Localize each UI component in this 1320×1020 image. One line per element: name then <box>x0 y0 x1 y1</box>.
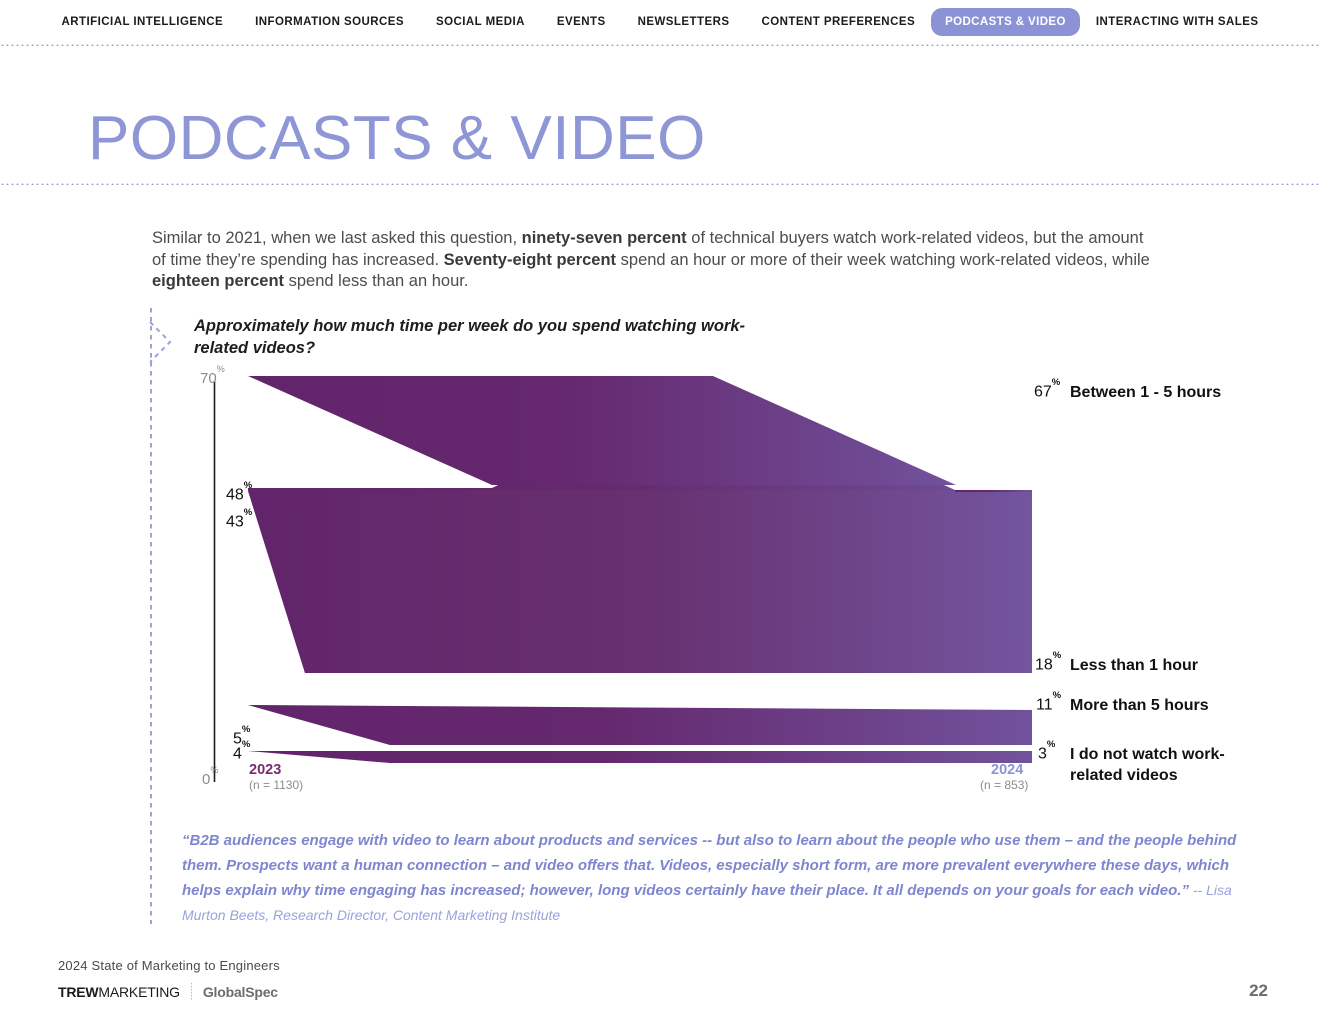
chart-right-label-i-do-not-watch: 3% <box>1038 738 1056 763</box>
chart-right-label-more-than-5-hours: 11% <box>1036 689 1062 714</box>
logo-divider <box>190 983 192 1001</box>
trew-logo-thin: MARKETING <box>98 984 180 1000</box>
chart-ytick-0: 0% <box>202 765 219 788</box>
trew-logo-bold: TREW <box>58 984 99 1000</box>
dashed-connector-line <box>150 308 152 924</box>
nav-item-content-preferences[interactable]: CONTENT PREFERENCES <box>745 12 931 32</box>
chart-category-label-i-do-not-watch: I do not watch work-related videos <box>1070 746 1225 784</box>
intro-text-1: Similar to 2021, when we last asked this… <box>152 229 522 247</box>
chart-crossing-gap-upper <box>248 381 713 488</box>
chart-xsublabel-2023: (n = 1130) <box>249 778 304 792</box>
chart-band-join <box>955 490 1032 492</box>
nav-item-interacting-with-sales[interactable]: INTERACTING WITH SALES <box>1080 12 1275 32</box>
intro-text-4: spend less than an hour. <box>284 272 469 290</box>
page-number: 22 <box>1249 981 1268 1000</box>
chart-band-between-1-5-hours-upper-wedge <box>248 376 956 485</box>
intro-bold-1: ninety-seven percent <box>521 229 687 247</box>
chart-question-title: Approximately how much time per week do … <box>194 317 746 357</box>
chart-xsublabel-2024: (n = 853) <box>980 778 1029 792</box>
chart-xlabel-2024: 2024 <box>991 762 1024 778</box>
intro-bold-2: Seventy-eight percent <box>443 250 617 269</box>
chart-right-label-less-than-1-hour: 18% <box>1035 649 1062 674</box>
trew-marketing-logo: TREWMARKETING <box>58 984 180 1000</box>
chart-left-label-less-than-1-hour: 43% <box>226 506 253 531</box>
intro-bold-3: eighteen percent <box>152 272 285 290</box>
chart-band-less-than-1-hour <box>248 490 1032 673</box>
pull-quote: “B2B audiences engage with video to lear… <box>182 828 1254 928</box>
chart-band-more-than-5-hours <box>248 705 1032 745</box>
chart-ytick-70: 70% <box>200 364 225 387</box>
nav-item-events[interactable]: EVENTS <box>541 12 622 32</box>
dashed-connector-arrow <box>149 321 172 363</box>
pull-quote-text: “B2B audiences engage with video to lear… <box>182 832 1237 899</box>
chart-xlabel-2023: 2023 <box>249 762 282 778</box>
nav-item-information-sources[interactable]: INFORMATION SOURCES <box>239 12 420 32</box>
nav-divider-dotted <box>0 43 1320 46</box>
globalspec-logo: GlobalSpec <box>202 984 278 1000</box>
nav-item-newsletters[interactable]: NEWSLETTERS <box>622 12 746 32</box>
chart-band-between-1-5-hours <box>248 381 1032 490</box>
title-divider-dotted <box>0 182 1320 185</box>
chart-category-label-less-than-1-hour: Less than 1 hour <box>1070 657 1199 674</box>
chart-category-label-more-than-5-hours: More than 5 hours <box>1070 697 1209 714</box>
chart-left-label-i-do-not-watch: 4% <box>233 738 251 763</box>
nav-item-artificial-intelligence[interactable]: ARTIFICIAL INTELLIGENCE <box>46 12 240 32</box>
footer-logos: TREWMARKETING GlobalSpec <box>58 982 278 1002</box>
chart-category-label-between-1-5-hours: Between 1 - 5 hours <box>1070 384 1222 401</box>
intro-text-3: spend an hour or more of their week watc… <box>616 250 1150 269</box>
intro-paragraph: Similar to 2021, when we last asked this… <box>152 228 1152 293</box>
page-title: PODCASTS & VIDEO <box>88 104 706 173</box>
nav-item-podcasts-and-video[interactable]: PODCASTS & VIDEO <box>931 8 1080 36</box>
nav-item-social-media[interactable]: SOCIAL MEDIA <box>420 12 541 32</box>
footer-report-title: 2024 State of Marketing to Engineers <box>58 958 280 973</box>
top-navigation: ARTIFICIAL INTELLIGENCE INFORMATION SOUR… <box>0 0 1320 46</box>
chart-left-label-between-1-5-hours: 48% <box>226 479 253 504</box>
nav-items: ARTIFICIAL INTELLIGENCE INFORMATION SOUR… <box>0 0 1320 44</box>
chart-band-i-do-not-watch <box>248 751 1032 763</box>
chart-band-less-than-1-hour-body <box>248 491 1032 673</box>
chart-right-label-between-1-5-hours: 67% <box>1034 376 1061 401</box>
